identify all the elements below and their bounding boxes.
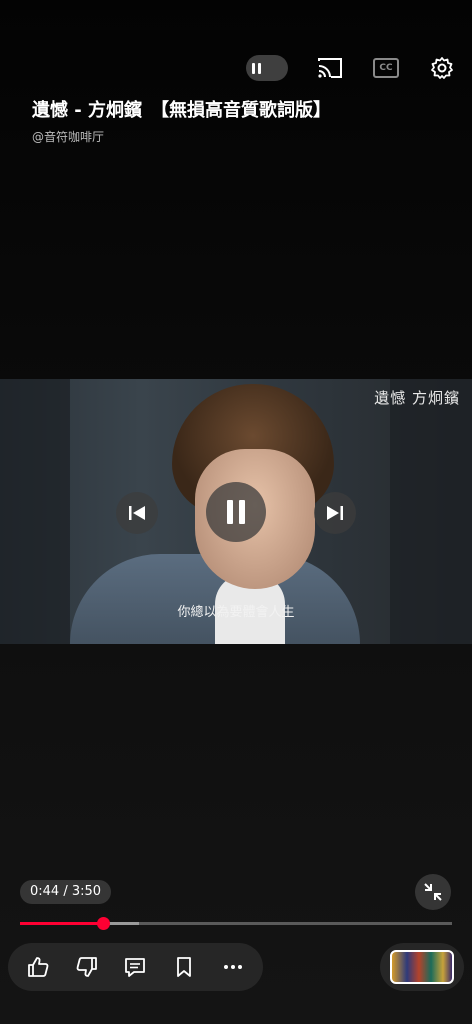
top-controls: CC [246, 54, 456, 82]
next-button[interactable] [314, 492, 356, 534]
video-title[interactable]: 遺憾 - 方炯鑌 【無損高音質歌詞版】 [32, 96, 452, 122]
skip-next-icon [327, 506, 343, 520]
comment-icon [125, 958, 146, 977]
dislike-icon [76, 957, 97, 977]
progress-scrubber[interactable] [96, 917, 110, 930]
play-pause-button[interactable] [206, 482, 266, 542]
video-frame[interactable]: 遺憾 方炯鑌 你總以為要體會人生 [0, 379, 472, 644]
bookmark-icon [177, 957, 191, 977]
like-button[interactable] [21, 950, 55, 984]
cast-icon [318, 58, 342, 78]
captions-icon: CC [373, 58, 399, 78]
progress-bar[interactable] [20, 917, 452, 930]
pause-toggle-icon [252, 61, 266, 75]
comment-button[interactable] [118, 950, 152, 984]
related-video-button[interactable] [380, 943, 464, 991]
cast-button[interactable] [316, 54, 344, 82]
dislike-button[interactable] [70, 950, 104, 984]
gear-icon [431, 57, 453, 79]
lyric-caption: 你總以為要體會人生 [177, 605, 295, 620]
exit-fullscreen-icon [424, 883, 442, 901]
save-button[interactable] [167, 950, 201, 984]
channel-handle[interactable]: @音符咖啡厅 [32, 128, 104, 145]
like-icon [28, 957, 49, 977]
settings-button[interactable] [428, 54, 456, 82]
pause-icon [227, 500, 245, 524]
time-display[interactable]: 0:44 / 3:50 [20, 880, 112, 904]
video-watermark: 遺憾 方炯鑌 [374, 389, 460, 407]
related-video-thumbnail [390, 950, 454, 984]
previous-button[interactable] [116, 492, 158, 534]
skip-previous-icon [129, 506, 145, 520]
more-button[interactable] [216, 950, 250, 984]
action-bar [8, 943, 263, 991]
more-horizontal-icon [223, 965, 242, 969]
autoplay-toggle[interactable] [246, 55, 288, 81]
progress-played [20, 922, 103, 925]
exit-fullscreen-button[interactable] [415, 874, 451, 910]
captions-button[interactable]: CC [372, 54, 400, 82]
